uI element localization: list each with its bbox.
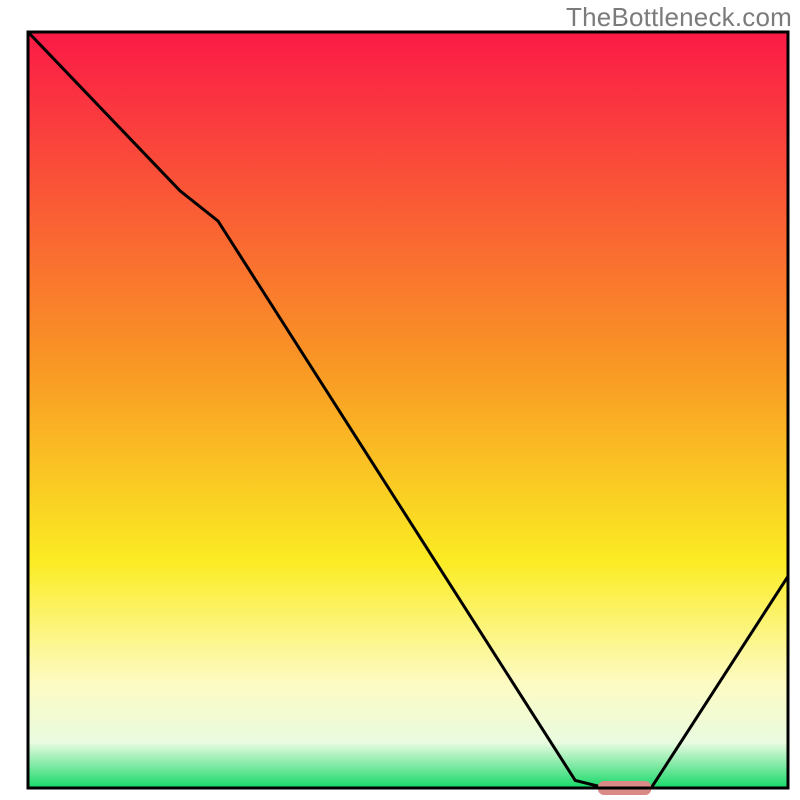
watermark-text: TheBottleneck.com: [566, 2, 792, 33]
bottleneck-chart: [0, 0, 800, 800]
chart-container: TheBottleneck.com: [0, 0, 800, 800]
plot-background: [28, 32, 788, 788]
